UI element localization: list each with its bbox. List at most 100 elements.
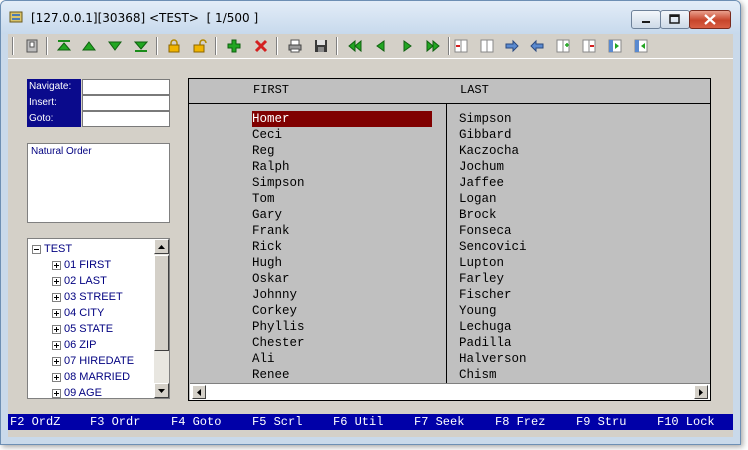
fkey-f2[interactable]: F2 OrdZ xyxy=(10,414,60,430)
grid-cell-last[interactable]: Kaczocha xyxy=(459,143,519,159)
column-button[interactable] xyxy=(477,36,497,56)
grid-cell-first[interactable]: Johnny xyxy=(252,287,297,303)
tree-item[interactable]: 05 STATE xyxy=(52,322,113,337)
move-left-button[interactable] xyxy=(527,36,547,56)
grid-cell-last[interactable]: Fonseca xyxy=(459,223,512,239)
fkey-f9[interactable]: F9 Stru xyxy=(576,414,626,430)
minimize-button[interactable] xyxy=(631,10,661,29)
grid-cell-last[interactable]: Gibbard xyxy=(459,127,512,143)
delete-column-button[interactable] xyxy=(451,36,471,56)
grid-cell-last[interactable]: Lupton xyxy=(459,255,504,271)
disk-drive-button[interactable] xyxy=(22,36,42,56)
next-record-button[interactable] xyxy=(397,36,417,56)
grid-cell-first[interactable]: Chester xyxy=(252,335,305,351)
grid-cell-last[interactable]: Fischer xyxy=(459,287,512,303)
grid-cell-last[interactable]: Jaffee xyxy=(459,175,504,191)
tree-item[interactable]: 08 MARRIED xyxy=(52,370,130,385)
insert-column-button[interactable] xyxy=(553,36,573,56)
column-header-last[interactable]: LAST xyxy=(460,83,489,97)
grid-cell-first[interactable]: Ralph xyxy=(252,159,290,175)
maximize-button[interactable] xyxy=(660,10,690,29)
grid-cell-first[interactable]: Renee xyxy=(252,367,290,383)
tree-scrollbar[interactable] xyxy=(154,239,169,398)
expand-icon[interactable] xyxy=(52,373,61,382)
column-header-first[interactable]: FIRST xyxy=(253,83,289,97)
last-record-button[interactable] xyxy=(423,36,443,56)
expand-icon[interactable] xyxy=(52,341,61,350)
grid-cell-last[interactable]: Halverson xyxy=(459,351,527,367)
fkey-f3[interactable]: F3 Ordr xyxy=(90,414,140,430)
grid-cell-last[interactable]: Simpson xyxy=(459,111,512,127)
navigate-input[interactable] xyxy=(82,79,170,95)
grid-cell-last[interactable]: Chism xyxy=(459,367,497,383)
go-bottom-button[interactable] xyxy=(131,36,151,56)
freeze-right-button[interactable] xyxy=(631,36,651,56)
grid-cell-last[interactable]: Jochum xyxy=(459,159,504,175)
scroll-thumb[interactable] xyxy=(154,255,169,351)
first-record-button[interactable] xyxy=(345,36,365,56)
tree-item[interactable]: 02 LAST xyxy=(52,274,107,289)
grid-cell-first[interactable]: Ceci xyxy=(252,127,282,143)
freeze-left-button[interactable] xyxy=(605,36,625,56)
grid-cell-first[interactable]: Rick xyxy=(252,239,282,255)
tree-item[interactable]: 01 FIRST xyxy=(52,258,111,273)
move-right-button[interactable] xyxy=(502,36,522,56)
delete-button[interactable] xyxy=(251,36,271,56)
grid-cell-first[interactable]: Phyllis xyxy=(252,319,305,335)
close-button[interactable] xyxy=(689,10,731,29)
grid-cell-first[interactable]: Simpson xyxy=(252,175,305,191)
go-up-button[interactable] xyxy=(79,36,99,56)
grid-cell-first[interactable]: Gary xyxy=(252,207,282,223)
tree-item[interactable]: 03 STREET xyxy=(52,290,123,305)
tree-item[interactable]: 04 CITY xyxy=(52,306,104,321)
expand-icon[interactable] xyxy=(52,309,61,318)
lock-button[interactable] xyxy=(164,36,184,56)
grid-cell-first[interactable]: Homer xyxy=(252,111,432,127)
expand-icon[interactable] xyxy=(52,357,61,366)
grid-cell-first[interactable]: Ali xyxy=(252,351,275,367)
order-item[interactable]: Natural Order xyxy=(31,146,92,157)
scroll-down-button[interactable] xyxy=(154,383,169,398)
expand-icon[interactable] xyxy=(52,389,61,398)
grid-cell-last[interactable]: Padilla xyxy=(459,335,512,351)
fkey-f6[interactable]: F6 Util xyxy=(333,414,383,430)
grid-cell-last[interactable]: Brock xyxy=(459,207,497,223)
collapse-icon[interactable] xyxy=(32,245,41,254)
grid-cell-first[interactable]: Corkey xyxy=(252,303,297,319)
tree-item[interactable]: 06 ZIP xyxy=(52,338,96,353)
grid-cell-first[interactable]: Oskar xyxy=(252,271,290,287)
remove-column-button[interactable] xyxy=(579,36,599,56)
grid-cell-last[interactable]: Young xyxy=(459,303,497,319)
expand-icon[interactable] xyxy=(52,261,61,270)
grid-cell-first[interactable]: Hugh xyxy=(252,255,282,271)
go-top-button[interactable] xyxy=(54,36,74,56)
data-grid[interactable]: FIRST LAST Homer Simpson Ceci Gibbard Reg Kac… xyxy=(188,78,711,401)
scroll-up-button[interactable] xyxy=(154,239,169,254)
fkey-f8[interactable]: F8 Frez xyxy=(495,414,545,430)
tree-item[interactable]: 09 AGE xyxy=(52,386,102,398)
tree-item[interactable]: 07 HIREDATE xyxy=(52,354,134,369)
grid-horizontal-scrollbar[interactable] xyxy=(190,383,710,400)
expand-icon[interactable] xyxy=(52,277,61,286)
go-down-button[interactable] xyxy=(105,36,125,56)
fkey-f10[interactable]: F10 Lock xyxy=(657,414,715,430)
grid-cell-last[interactable]: Farley xyxy=(459,271,504,287)
grid-cell-last[interactable]: Sencovici xyxy=(459,239,527,255)
scroll-left-button[interactable] xyxy=(192,385,206,399)
tree-root[interactable]: TEST xyxy=(32,242,72,257)
grid-cell-first[interactable]: Tom xyxy=(252,191,275,207)
add-button[interactable] xyxy=(224,36,244,56)
fkey-f5[interactable]: F5 Scrl xyxy=(252,414,302,430)
print-button[interactable] xyxy=(285,36,305,56)
grid-cell-last[interactable]: Lechuga xyxy=(459,319,512,335)
fkey-f4[interactable]: F4 Goto xyxy=(171,414,221,430)
title-bar[interactable]: [127.0.0.1][30368] <TEST> [ 1/500 ] xyxy=(1,1,740,34)
insert-input[interactable] xyxy=(82,95,170,111)
grid-cell-first[interactable]: Reg xyxy=(252,143,275,159)
order-list[interactable]: Natural Order xyxy=(27,143,170,223)
grid-cell-first[interactable]: Frank xyxy=(252,223,290,239)
goto-input[interactable] xyxy=(82,111,170,127)
expand-icon[interactable] xyxy=(52,293,61,302)
unlock-button[interactable] xyxy=(190,36,210,56)
scroll-right-button[interactable] xyxy=(694,385,708,399)
